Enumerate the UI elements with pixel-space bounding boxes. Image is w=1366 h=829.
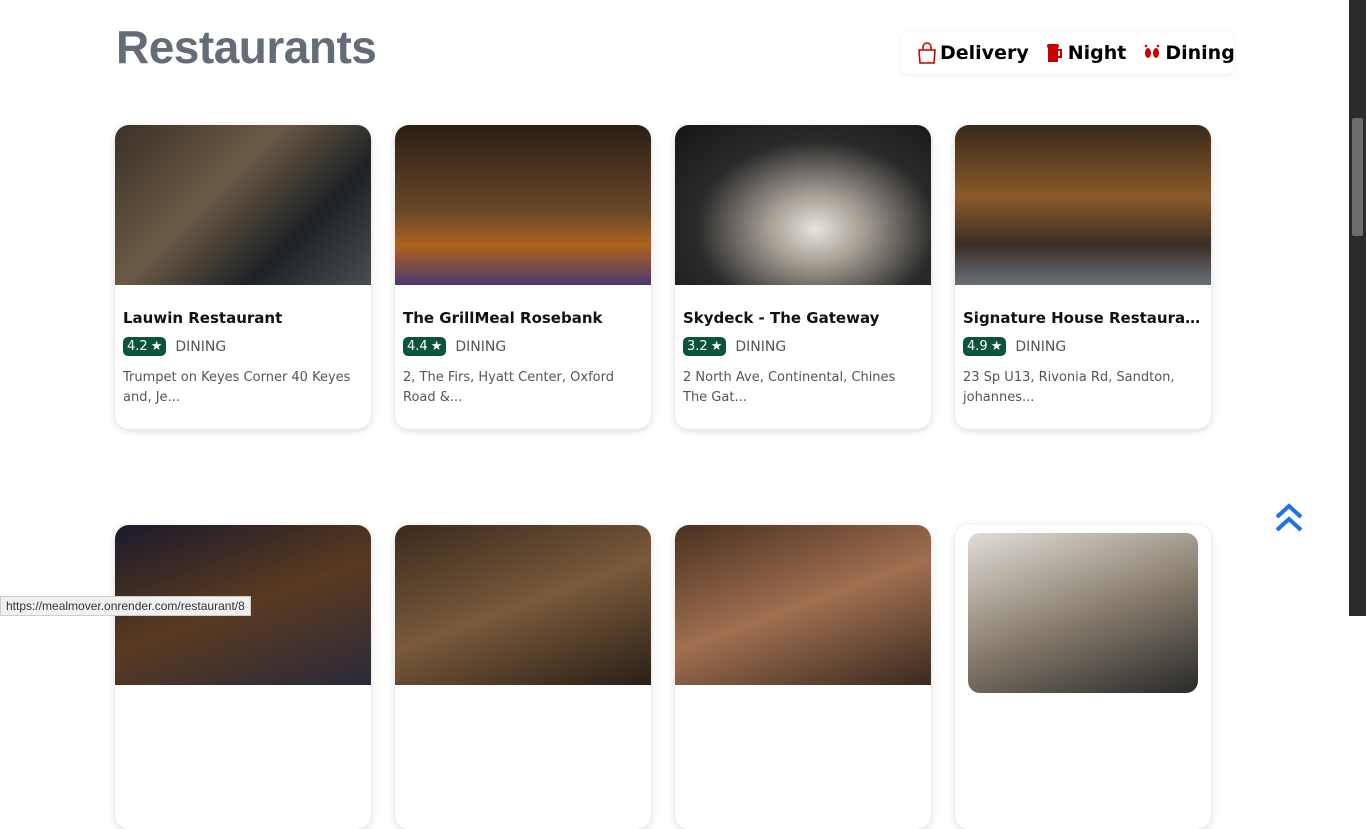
restaurant-image: [968, 533, 1198, 693]
page-title: Restaurants: [116, 21, 377, 73]
restaurant-image: [395, 525, 651, 685]
rating-badge: 4.4 ★: [403, 337, 447, 356]
restaurant-card[interactable]: Lauwin Restaurant 4.2 ★ DINING Trumpet on …: [115, 125, 371, 429]
restaurant-card[interactable]: Signature House Restauran... 4.9 ★ DINING …: [955, 125, 1211, 429]
scrollbar-thumb[interactable]: [1352, 118, 1363, 236]
shopping-bag-icon: [918, 42, 936, 64]
rating-badge: 3.2 ★: [683, 337, 727, 356]
restaurant-address: 23 Sp U13, Rivonia Rd, Sandton, johannes…: [963, 370, 1175, 405]
restaurant-name: Signature House Restauran...: [963, 309, 1203, 327]
footprints-icon: [1145, 44, 1160, 58]
rating-badge: 4.2 ★: [123, 337, 167, 356]
restaurant-type: DINING: [175, 338, 227, 355]
restaurant-card[interactable]: [955, 525, 1211, 829]
restaurant-card[interactable]: [395, 525, 651, 829]
restaurant-image: [955, 125, 1211, 285]
restaurant-image: [675, 525, 931, 685]
rating-badge: 4.9 ★: [963, 337, 1007, 356]
double-chevron-up-icon: [1275, 503, 1303, 532]
restaurant-type: DINING: [455, 338, 507, 355]
restaurant-card[interactable]: [115, 525, 371, 829]
restaurant-image: [675, 125, 931, 285]
restaurant-name: The GrillMeal Rosebank: [403, 309, 603, 327]
restaurant-type: DINING: [735, 338, 787, 355]
beer-mug-icon: [1046, 44, 1062, 62]
restaurant-address: Trumpet on Keyes Corner 40 Keyes and, Je…: [123, 370, 351, 405]
restaurant-address: 2, The Firs, Hyatt Center, Oxford Road &…: [403, 370, 614, 405]
filter-dining[interactable]: Dining: [1134, 37, 1242, 69]
restaurant-name: Skydeck - The Gateway: [683, 309, 880, 327]
star-icon: ★: [990, 339, 1003, 354]
restaurant-card[interactable]: [675, 525, 931, 829]
filter-delivery[interactable]: Delivery: [909, 37, 1037, 69]
restaurant-type: DINING: [1015, 338, 1067, 355]
restaurant-image: [115, 125, 371, 285]
restaurant-card[interactable]: Skydeck - The Gateway 3.2 ★ DINING 2 North…: [675, 125, 931, 429]
star-icon: ★: [150, 339, 163, 354]
status-bar-url: https://mealmover.onrender.com/restauran…: [0, 596, 251, 616]
scrollbar[interactable]: [1349, 0, 1366, 616]
filter-night[interactable]: Night: [1037, 37, 1135, 69]
restaurant-address: 2 North Ave, Continental, Chines The Gat…: [683, 370, 896, 405]
restaurant-image: [395, 125, 651, 285]
star-icon: ★: [430, 339, 443, 354]
restaurant-name: Lauwin Restaurant: [123, 309, 283, 327]
star-icon: ★: [710, 339, 723, 354]
restaurant-card[interactable]: The GrillMeal Rosebank 4.4 ★ DINING 2, The…: [395, 125, 651, 429]
scroll-to-top-button[interactable]: [1272, 500, 1306, 538]
filter-bar: Delivery Night Dining: [901, 32, 1235, 74]
